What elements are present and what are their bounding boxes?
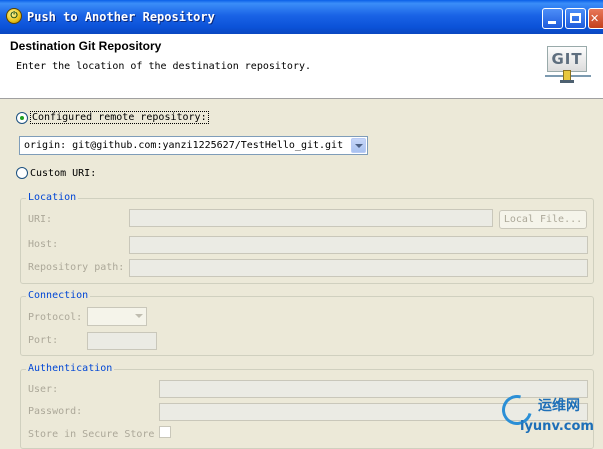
configured-remote-label[interactable]: Configured remote repository: (30, 111, 209, 124)
maximize-icon (570, 13, 581, 23)
authentication-group-title: Authentication (26, 363, 115, 374)
host-label: Host: (28, 239, 59, 250)
configured-remote-radio[interactable] (16, 112, 28, 124)
user-label: User: (28, 384, 59, 395)
protocol-select[interactable] (87, 307, 147, 326)
repository-path-label: Repository path: (28, 262, 125, 273)
chevron-down-icon (135, 314, 143, 318)
close-icon: ✕ (590, 12, 600, 25)
title-bar: ⏻ Push to Another Repository ✕ (0, 0, 603, 34)
minimize-button[interactable] (542, 8, 563, 29)
uri-input[interactable] (129, 209, 493, 227)
site-watermark: 运维网 iyunv.com (496, 389, 603, 439)
git-logo-text: GIT (547, 46, 587, 72)
local-file-button[interactable]: Local File... (499, 210, 587, 229)
password-label: Password: (28, 406, 83, 417)
remote-repository-select[interactable]: origin: git@github.com:yanzi1225627/Test… (19, 136, 368, 155)
custom-uri-radio[interactable] (16, 167, 28, 179)
page-description: Enter the location of the destination re… (16, 61, 312, 72)
secure-store-label: Store in Secure Store (28, 429, 155, 440)
port-label: Port: (28, 335, 59, 346)
location-group-title: Location (26, 192, 79, 203)
wizard-header: Destination Git Repository Enter the loc… (0, 34, 603, 99)
minimize-icon (548, 21, 556, 24)
eclipse-egit-icon: ⏻ (6, 8, 22, 24)
maximize-button[interactable] (565, 8, 586, 29)
close-button[interactable]: ✕ (588, 8, 603, 29)
watermark-cn-text: 运维网 (538, 398, 580, 414)
watermark-url-text: iyunv.com (520, 419, 594, 434)
git-logo-icon: GIT (545, 44, 591, 84)
host-input[interactable] (129, 236, 588, 254)
window-title: Push to Another Repository (27, 10, 215, 24)
repository-path-input[interactable] (129, 259, 588, 277)
protocol-label: Protocol: (28, 312, 83, 323)
remote-repository-value: origin: git@github.com:yanzi1225627/Test… (24, 140, 344, 151)
port-input[interactable] (87, 332, 157, 350)
uri-label: URI: (28, 214, 53, 225)
chevron-down-icon[interactable] (351, 138, 366, 153)
connection-group-title: Connection (26, 290, 91, 301)
secure-store-checkbox[interactable] (159, 426, 171, 438)
custom-uri-label[interactable]: Custom URI: (30, 168, 96, 179)
page-title: Destination Git Repository (10, 39, 162, 53)
